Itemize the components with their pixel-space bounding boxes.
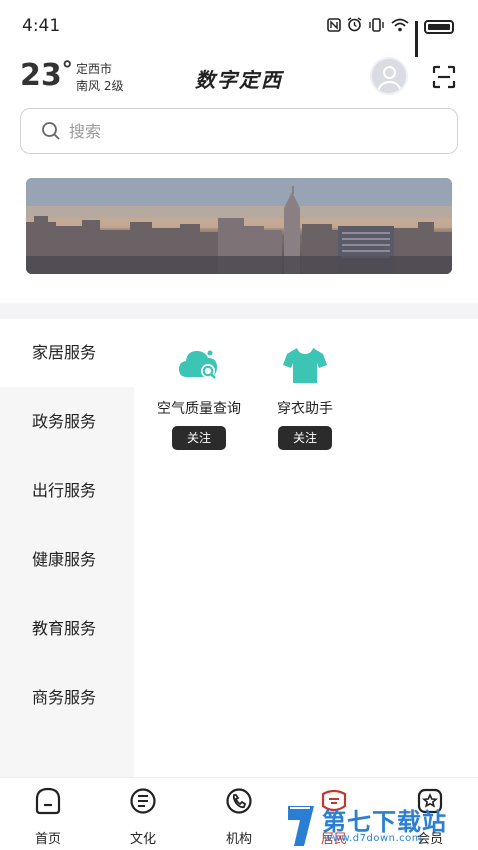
signal-icon xyxy=(415,20,418,57)
service-card-air-quality[interactable]: 空气质量查询 关注 xyxy=(144,345,254,450)
phone-icon xyxy=(226,788,252,814)
nav-item-home[interactable]: 首页 xyxy=(8,786,88,847)
alarm-icon xyxy=(347,17,362,36)
status-time: 4:41 xyxy=(22,16,61,36)
search-bar[interactable] xyxy=(20,108,458,154)
service-content: 空气质量查询 关注 穿衣助手 关注 xyxy=(134,319,478,777)
watermark-url: www.d7down.com xyxy=(324,833,423,844)
avatar-head xyxy=(383,66,396,79)
header: 23° 定西市 南风 2级 数字定西 xyxy=(0,54,478,104)
service-label: 空气质量查询 xyxy=(157,401,241,417)
nfc-icon xyxy=(327,17,341,36)
wifi-icon xyxy=(391,18,409,36)
service-card-clothing[interactable]: 穿衣助手 关注 xyxy=(250,345,360,450)
category-item-travel[interactable]: 出行服务 xyxy=(0,457,134,525)
section-divider xyxy=(0,303,478,319)
cloud-search-icon xyxy=(144,345,254,389)
category-item-government[interactable]: 政务服务 xyxy=(0,388,134,456)
tshirt-icon xyxy=(250,345,360,389)
home-icon xyxy=(35,787,61,815)
scan-button[interactable] xyxy=(432,65,456,89)
search-icon xyxy=(42,122,60,140)
avatar[interactable] xyxy=(370,57,408,95)
nav-label: 首页 xyxy=(34,832,61,847)
scan-icon xyxy=(432,65,456,89)
battery-icon xyxy=(424,19,454,34)
nav-label: 机构 xyxy=(225,832,252,847)
status-icons xyxy=(327,17,454,57)
category-item-business[interactable]: 商务服务 xyxy=(0,664,134,732)
category-item-health[interactable]: 健康服务 xyxy=(0,526,134,594)
search-input[interactable] xyxy=(69,119,429,143)
category-item-education[interactable]: 教育服务 xyxy=(0,595,134,663)
watermark-logo-icon xyxy=(288,806,314,846)
city-skyline-image xyxy=(26,178,452,274)
nav-label: 文化 xyxy=(129,832,156,847)
watermark-text: 第七下载站 xyxy=(322,808,447,836)
culture-icon xyxy=(130,788,156,814)
follow-button[interactable]: 关注 xyxy=(278,426,332,450)
category-item-home[interactable]: 家居服务 xyxy=(0,319,134,387)
avatar-body xyxy=(377,81,402,93)
nav-item-institution[interactable]: 机构 xyxy=(199,786,279,847)
follow-button[interactable]: 关注 xyxy=(172,426,226,450)
watermark: 第七下载站 www.d7down.com xyxy=(284,800,478,850)
status-bar: 4:41 xyxy=(0,0,478,57)
category-list: 家居服务 政务服务 出行服务 健康服务 教育服务 商务服务 xyxy=(0,319,134,777)
banner-image[interactable] xyxy=(26,178,452,274)
nav-item-culture[interactable]: 文化 xyxy=(103,786,183,847)
vibrate-icon xyxy=(368,17,385,36)
service-label: 穿衣助手 xyxy=(277,401,333,417)
